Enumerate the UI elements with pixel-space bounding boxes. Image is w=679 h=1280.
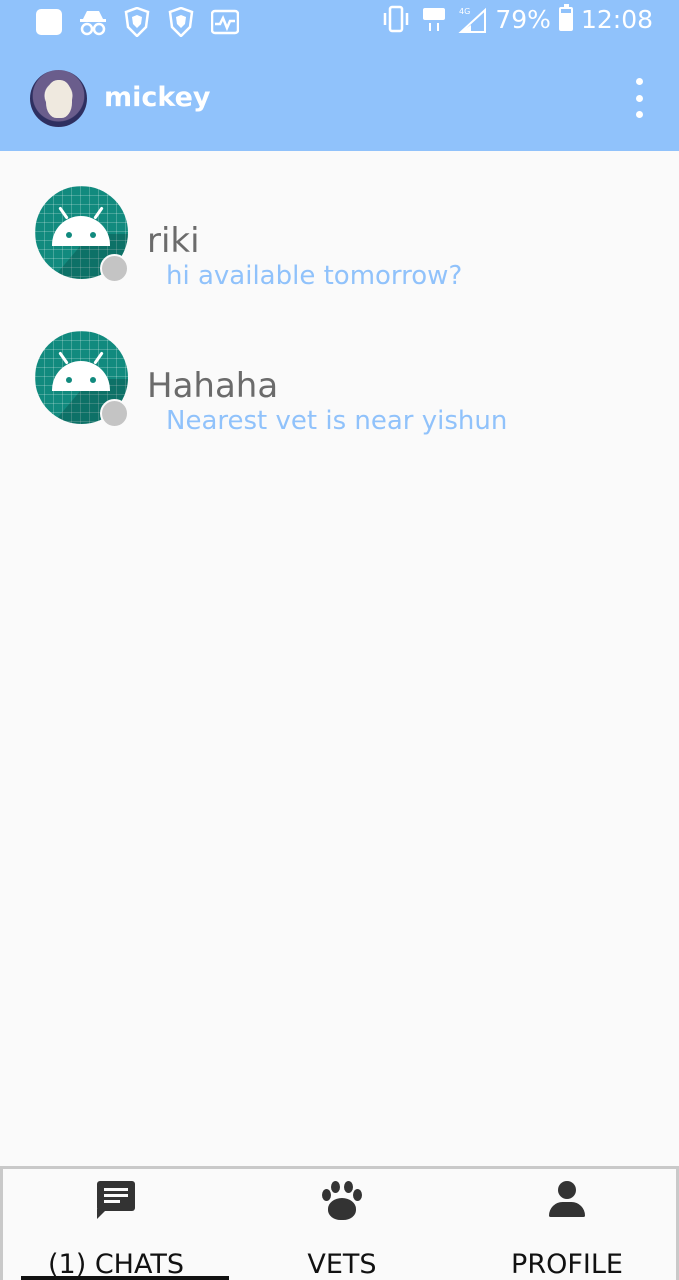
chat-last-message: Nearest vet is near yishun — [166, 406, 508, 436]
battery-percent: 79% — [495, 4, 551, 34]
battery-icon — [558, 4, 573, 31]
activity-icon — [210, 7, 240, 37]
tab-profile[interactable]: PROFILE — [455, 1169, 679, 1280]
4g-signal-icon: 4G — [457, 4, 487, 34]
chat-last-message: hi available tomorrow? — [166, 261, 463, 291]
chat-list-item[interactable]: riki hi available tomorrow? — [0, 151, 679, 296]
chat-list-item[interactable]: Hahaha Nearest vet is near yishun — [0, 296, 679, 441]
brave-shield-icon — [166, 7, 196, 37]
presence-indicator — [100, 254, 129, 283]
volte-icon — [419, 4, 449, 34]
person-icon — [545, 1179, 589, 1221]
brave-shield-icon — [122, 7, 152, 37]
chat-contact-name: riki — [147, 221, 200, 261]
selected-tab-indicator — [21, 1276, 229, 1280]
incognito-icon — [78, 7, 108, 37]
status-right-icons: 4G 79% 12:08 — [381, 4, 653, 34]
bottom-navigation: (1) CHATS VETS PROFILE — [0, 1166, 679, 1280]
dog-photo — [46, 80, 72, 118]
vibrate-icon — [381, 4, 411, 34]
chat-icon — [94, 1179, 138, 1221]
more-vert-icon[interactable] — [629, 78, 649, 118]
battery-level-fill — [560, 13, 571, 29]
app-title: mickey — [104, 82, 211, 113]
tab-chats[interactable]: (1) CHATS — [3, 1169, 229, 1280]
tab-label: VETS — [307, 1249, 377, 1280]
chat-contact-name: Hahaha — [147, 366, 279, 406]
tab-label: PROFILE — [511, 1249, 623, 1280]
svg-text:4G: 4G — [459, 7, 470, 16]
paw-icon — [320, 1179, 364, 1221]
tab-vets[interactable]: VETS — [229, 1169, 455, 1280]
app-bar: mickey — [0, 46, 679, 151]
status-bar: 4G 79% 12:08 — [0, 0, 679, 46]
app-square-icon — [34, 7, 64, 37]
status-left-icons — [34, 7, 240, 37]
presence-indicator — [100, 399, 129, 428]
status-time: 12:08 — [580, 4, 653, 34]
chat-list: riki hi available tomorrow? Hahaha Neare… — [0, 151, 679, 441]
user-avatar[interactable] — [30, 70, 87, 127]
